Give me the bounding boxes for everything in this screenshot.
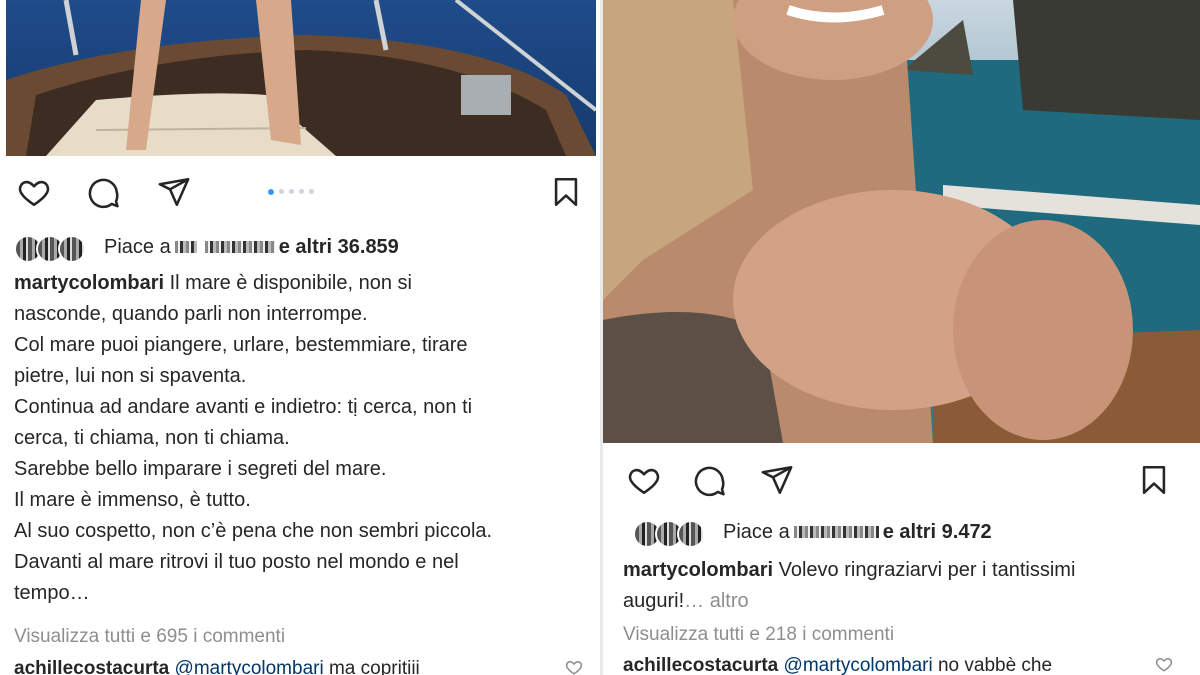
comment-like-button[interactable]: [565, 658, 585, 675]
carousel-dot: [289, 189, 294, 194]
post-photo-selfie[interactable]: [603, 0, 1200, 443]
post-left: Piace a e altri 36.859 martycolombari Il…: [0, 0, 600, 675]
liker-avatars: [14, 235, 94, 263]
carousel-dot: [279, 189, 284, 194]
caption-line: nasconde, quando parli non interrompe.: [14, 303, 368, 325]
comment-mention[interactable]: @martycolombari: [175, 658, 324, 675]
view-all-comments-link[interactable]: Visualizza tutti e 218 i commenti: [623, 624, 894, 646]
heart-icon: [565, 660, 583, 675]
comment-username[interactable]: achillecostacurta: [14, 658, 169, 675]
caption-line: pietre, lui non si spaventa.: [14, 365, 247, 387]
bookmark-icon: [554, 177, 578, 207]
save-button[interactable]: [548, 174, 584, 210]
likes-count: e altri 36.859: [278, 235, 399, 258]
caption-line: Sarebbe bello imparare i segreti del mar…: [14, 458, 387, 480]
caption-username[interactable]: martycolombari: [14, 272, 164, 294]
likes-count: e altri 9.472: [882, 520, 992, 543]
caption-line: cerca, ti chiama, non ti chiama.: [14, 427, 290, 449]
post-caption: martycolombari Il mare è disponibile, no…: [14, 268, 584, 609]
avatar: [58, 235, 86, 263]
caption-line: Il mare è disponibile, non si: [169, 272, 412, 294]
action-bar: [0, 168, 600, 216]
carousel-dot: [299, 189, 304, 194]
comment-mention[interactable]: @martycolombari: [784, 655, 933, 675]
heart-icon: [628, 468, 660, 495]
caption-line: Col mare puoi piangere, urlare, bestemmi…: [14, 334, 468, 356]
share-button[interactable]: [156, 174, 192, 210]
like-button[interactable]: [626, 462, 662, 498]
selfie-photo-image: [603, 0, 1200, 443]
redacted-username: [204, 241, 275, 253]
caption-line: Volevo ringraziarvi per i tantissimi: [778, 559, 1076, 581]
caption-line: Il mare è immenso, è tutto.: [14, 489, 251, 511]
heart-icon: [18, 180, 50, 207]
caption-line: auguri!: [623, 590, 685, 612]
share-icon: [761, 465, 793, 495]
action-bar: [603, 456, 1200, 504]
likes-prefix: Piace a: [723, 520, 790, 543]
redacted-username: [793, 526, 879, 538]
share-button[interactable]: [759, 462, 795, 498]
carousel-dot: [309, 189, 314, 194]
caption-line: Al suo cospetto, non c’è pena che non se…: [14, 520, 493, 542]
view-all-comments-link[interactable]: Visualizza tutti e 695 i commenti: [14, 626, 285, 648]
like-button[interactable]: [16, 174, 52, 210]
likes-prefix: Piace a: [104, 235, 171, 258]
likes-summary[interactable]: Piace a e altri 36.859: [14, 232, 399, 263]
likes-summary[interactable]: Piace a e altri 9.472: [633, 517, 992, 548]
comment-like-button[interactable]: [1155, 655, 1175, 675]
avatar: [677, 520, 705, 548]
caption-line: tempo…: [14, 582, 90, 604]
post-photo-boat[interactable]: [6, 0, 596, 156]
comment-icon: [88, 178, 119, 209]
caption-line: Davanti al mare ritrovi il tuo posto nel…: [14, 551, 459, 573]
carousel-dot: [268, 188, 274, 195]
post-caption: martycolombari Volevo ringraziarvi per i…: [623, 555, 1183, 617]
carousel-indicator: [268, 188, 314, 195]
comment-username[interactable]: achillecostacurta: [623, 655, 778, 675]
share-icon: [158, 177, 190, 207]
comment-icon: [694, 466, 725, 497]
comment-preview: achillecostacurta @martycolombari ma cop…: [14, 658, 574, 675]
caption-line: Continua ad andare avanti e indietro: tị…: [14, 396, 473, 418]
heart-icon: [1155, 657, 1173, 672]
post-right: Piace a e altri 9.472 martycolombari Vol…: [603, 0, 1200, 675]
liker-avatars: [633, 520, 713, 548]
comment-button[interactable]: [692, 462, 728, 498]
comment-text: ma copritiii: [328, 658, 420, 675]
save-button[interactable]: [1136, 462, 1172, 498]
redacted-username: [174, 241, 197, 253]
comment-preview: achillecostacurta @martycolombari no vab…: [623, 655, 1163, 675]
caption-username[interactable]: martycolombari: [623, 559, 773, 581]
comment-text: no vabbè che: [937, 655, 1053, 675]
boat-photo-image: [6, 0, 596, 156]
bookmark-icon: [1142, 465, 1166, 495]
more-link[interactable]: … altro: [684, 590, 748, 612]
comment-button[interactable]: [86, 174, 122, 210]
